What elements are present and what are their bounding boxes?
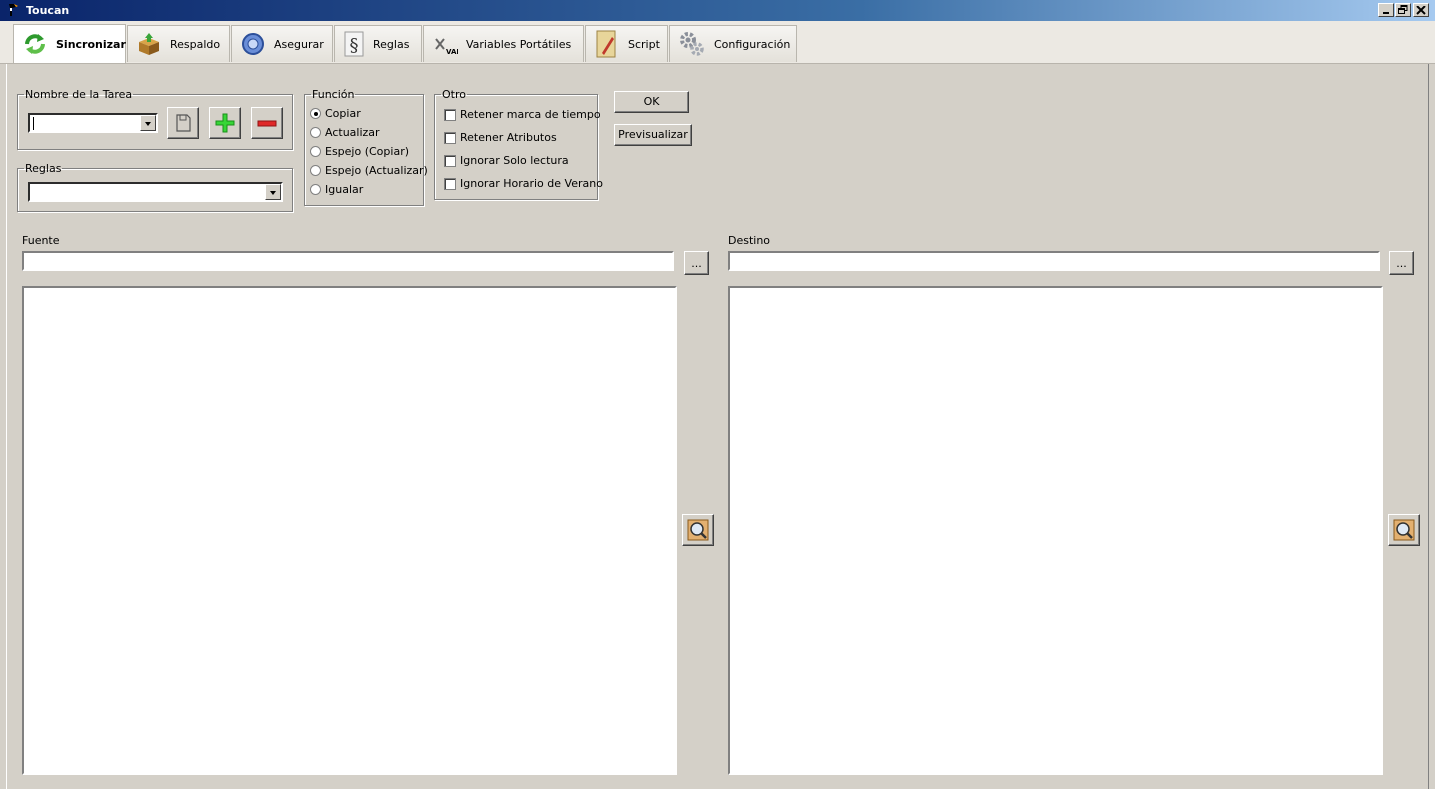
tab-sincronizar[interactable]: Sincronizar [13, 24, 126, 63]
sync-panel: Nombre de la Tarea Reglas Función Copiar [6, 64, 1429, 789]
task-name-legend: Nombre de la Tarea [25, 88, 133, 101]
minus-icon [257, 120, 277, 127]
radio-espejo-actualizar[interactable]: Espejo (Actualizar) [310, 164, 428, 177]
check-label: Ignorar Horario de Verano [460, 177, 603, 190]
destination-label: Destino [728, 234, 771, 247]
check-ignorar-solo-lectura[interactable]: Ignorar Solo lectura [444, 154, 569, 167]
radio-label: Actualizar [325, 126, 380, 139]
destination-tree-view[interactable] [728, 286, 1383, 775]
tab-label: Sincronizar [56, 37, 126, 51]
checkbox-box [444, 108, 456, 121]
minimize-icon [1383, 12, 1389, 14]
tab-label: Reglas [373, 37, 410, 51]
destination-expand-button[interactable] [1388, 514, 1420, 546]
checkbox-box [444, 131, 456, 144]
script-pencil-icon [596, 30, 616, 58]
destination-browse-button[interactable]: ... [1389, 251, 1414, 275]
preview-button[interactable]: Previsualizar [614, 124, 692, 146]
radio-espejo-copiar[interactable]: Espejo (Copiar) [310, 145, 409, 158]
check-ignorar-horario-de-verano[interactable]: Ignorar Horario de Verano [444, 177, 603, 190]
restore-button[interactable] [1395, 3, 1411, 17]
radio-dot [310, 146, 321, 157]
tab-reglas[interactable]: § Reglas [334, 25, 422, 62]
minimize-button[interactable] [1378, 3, 1394, 17]
tab-label: Script [628, 37, 660, 51]
magnifier-icon [687, 519, 709, 541]
checkbox-box [444, 154, 456, 167]
radio-dot [310, 165, 321, 176]
save-disk-icon [176, 114, 191, 132]
radio-label: Copiar [325, 107, 361, 120]
tab-label: Configuración [714, 37, 791, 51]
tab-label: Respaldo [170, 37, 221, 51]
checkbox-box [444, 177, 456, 190]
plus-icon [215, 113, 235, 133]
shield-icon [242, 33, 264, 55]
ok-button[interactable]: OK [614, 91, 689, 113]
radio-igualar[interactable]: Igualar [310, 183, 363, 196]
source-path-input[interactable] [22, 251, 674, 271]
tab-label: Asegurar [274, 37, 324, 51]
tab-label: Variables Portátiles [466, 37, 572, 51]
radio-dot [310, 184, 321, 195]
radio-dot [310, 127, 321, 138]
tab-script[interactable]: Script [585, 25, 668, 62]
section-sign-icon: § [344, 31, 364, 57]
rules-combo[interactable] [28, 182, 283, 202]
check-label: Ignorar Solo lectura [460, 154, 569, 167]
chevron-down-icon[interactable] [140, 115, 156, 131]
function-legend: Función [312, 88, 355, 101]
svg-text:VAR: VAR [446, 48, 458, 56]
sync-arrows-icon [25, 34, 45, 54]
tab-asegurar[interactable]: Asegurar [231, 25, 333, 62]
close-icon [1416, 5, 1426, 15]
magnifier-icon [1393, 519, 1415, 541]
chevron-down-icon[interactable] [265, 184, 281, 200]
tab-strip: Sincronizar Respaldo Asegurar § Reglas V… [0, 21, 1435, 64]
svg-text:§: § [350, 35, 359, 56]
toucan-app-icon [9, 4, 18, 16]
source-tree-view[interactable] [22, 286, 677, 775]
check-retener-atributos[interactable]: Retener Atributos [444, 131, 557, 144]
source-expand-button[interactable] [682, 514, 714, 546]
text-caret [33, 117, 34, 130]
restore-icon [1398, 5, 1408, 14]
rules-legend: Reglas [25, 162, 62, 175]
package-box-icon [139, 33, 159, 55]
radio-label: Espejo (Actualizar) [325, 164, 428, 177]
task-name-combo[interactable] [28, 113, 158, 133]
save-task-button[interactable] [167, 107, 199, 139]
check-label: Retener marca de tiempo [460, 108, 601, 121]
radio-label: Igualar [325, 183, 364, 196]
close-button[interactable] [1413, 3, 1429, 17]
add-task-button[interactable] [209, 107, 241, 139]
check-retener-marca-de-tiempo[interactable]: Retener marca de tiempo [444, 108, 601, 121]
source-browse-button[interactable]: ... [684, 251, 709, 275]
tab-configuracion[interactable]: Configuración [669, 25, 797, 62]
gears-icon [680, 32, 704, 56]
radio-dot [310, 108, 321, 119]
title-bar: Toucan [0, 0, 1435, 21]
remove-task-button[interactable] [251, 107, 283, 139]
other-legend: Otro [442, 88, 466, 101]
radio-actualizar[interactable]: Actualizar [310, 126, 380, 139]
var-icon: VAR [435, 38, 458, 56]
destination-path-input[interactable] [728, 251, 1380, 271]
check-label: Retener Atributos [460, 131, 557, 144]
window-title: Toucan [26, 4, 70, 17]
radio-label: Espejo (Copiar) [325, 145, 410, 158]
source-label: Fuente [22, 234, 60, 247]
radio-copiar[interactable]: Copiar [310, 107, 361, 120]
tab-respaldo[interactable]: Respaldo [127, 25, 230, 62]
tab-variables-portatiles[interactable]: VAR Variables Portátiles [423, 25, 584, 62]
